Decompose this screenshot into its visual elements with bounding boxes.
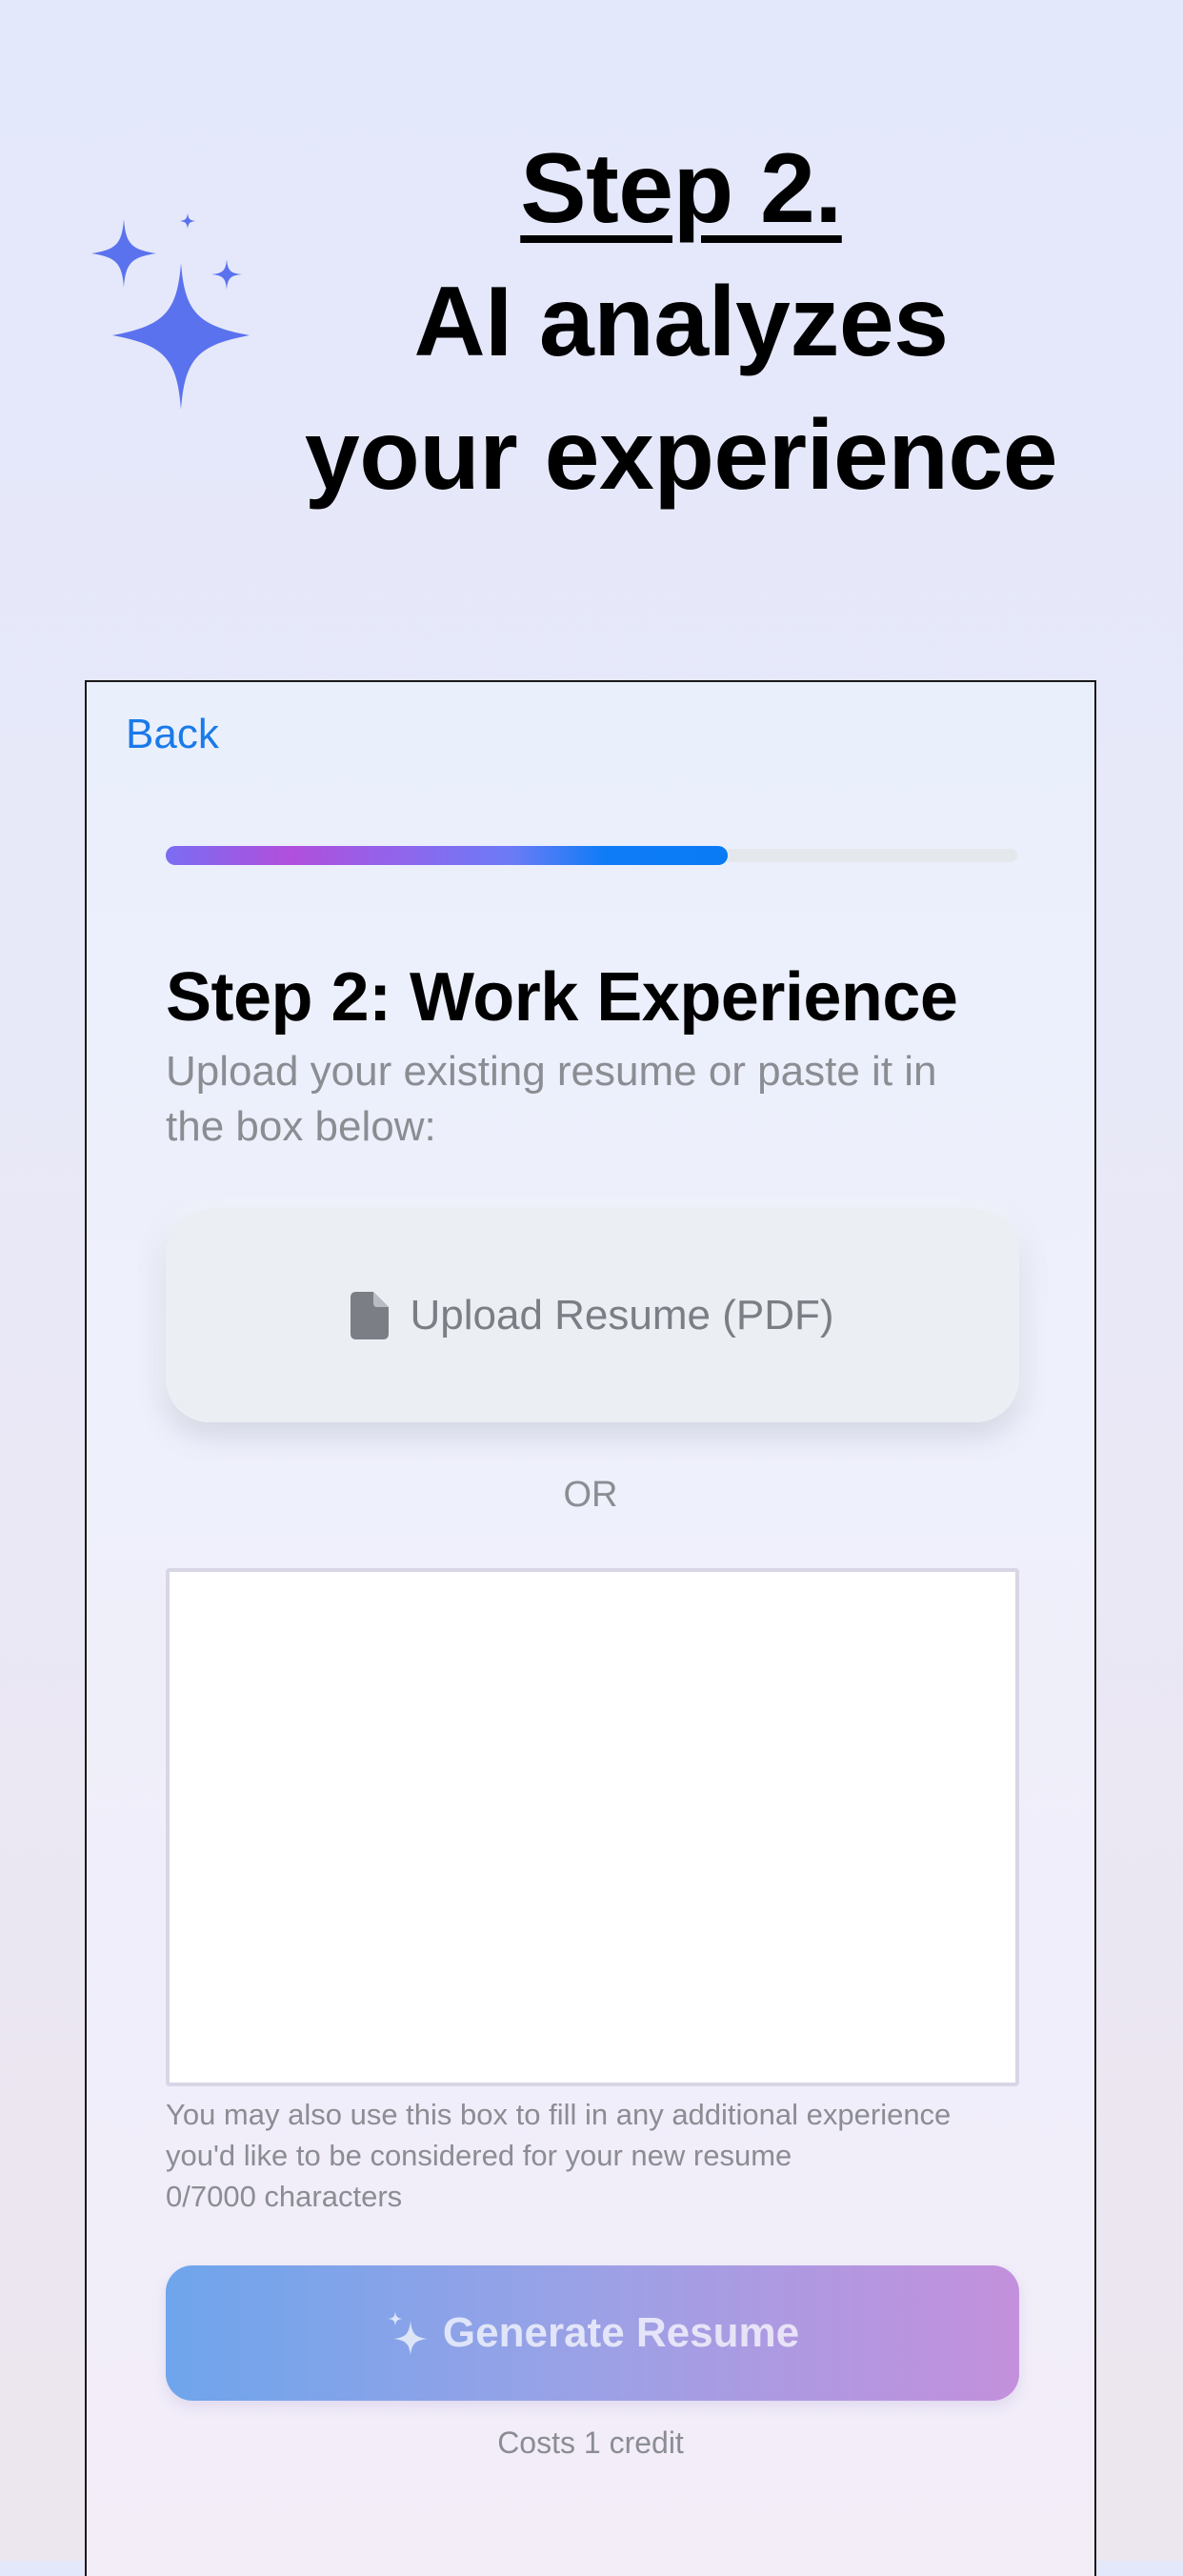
app-screen: Back Step 2: Work Experience Upload your… xyxy=(85,680,1096,2576)
page-title: Step 2: Work Experience xyxy=(166,959,958,1036)
resume-text-input[interactable] xyxy=(166,1568,1019,2086)
character-count: 0/7000 characters xyxy=(166,2180,403,2213)
credit-cost-label: Costs 1 credit xyxy=(497,2425,684,2460)
back-button[interactable]: Back xyxy=(126,711,219,758)
headline-line-2: your experience xyxy=(304,400,1058,511)
upload-button-label: Upload Resume (PDF) xyxy=(410,1292,834,1338)
headline-line-1: AI analyzes xyxy=(413,267,949,377)
or-divider: OR xyxy=(563,1475,618,1515)
step-label: Step 2. xyxy=(520,133,842,244)
progress-bar xyxy=(166,846,1017,865)
progress-bar-fill xyxy=(166,846,729,865)
marketing-headline: Step 2. AI analyzes your experience xyxy=(286,122,1076,522)
sparkle-icon xyxy=(387,2311,428,2355)
page-subtitle: Upload your existing resume or paste it … xyxy=(166,1048,937,1150)
document-icon xyxy=(351,1292,390,1339)
helper-line-2: you'd like to be considered for your new… xyxy=(166,2139,792,2172)
upload-resume-button[interactable]: Upload Resume (PDF) xyxy=(166,1209,1019,1422)
generate-resume-button[interactable]: Generate Resume xyxy=(166,2265,1019,2401)
sparkles-icon xyxy=(91,213,250,410)
generate-button-label: Generate Resume xyxy=(442,2309,800,2356)
helper-line-1: You may also use this box to fill in any… xyxy=(166,2098,952,2131)
helper-text: You may also use this box to fill in any… xyxy=(166,2094,1023,2217)
